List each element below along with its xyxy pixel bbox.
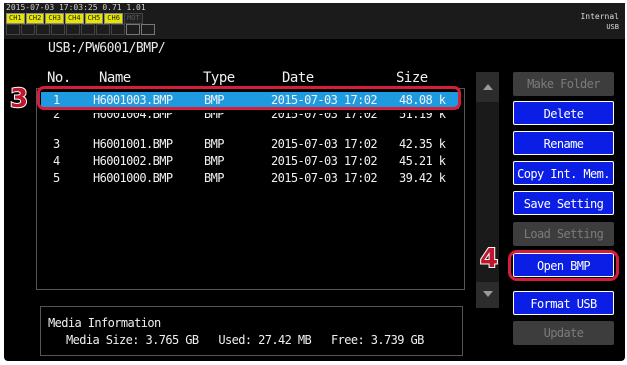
range-indicator: [51, 24, 65, 35]
file-row[interactable]: 2 H6001004.BMP BMP 2015-07-03 17:02 51.1…: [41, 113, 459, 122]
load-setting-button[interactable]: Load Setting: [513, 222, 614, 246]
selection-highlight-outline: [37, 86, 461, 110]
media-size-label: Media Size:: [66, 333, 139, 347]
callout-step-4: 4: [479, 243, 499, 275]
row-date: 2015-07-03 17:02: [271, 137, 378, 151]
rename-button[interactable]: Rename: [513, 131, 614, 155]
media-size-value: 3.765 GB: [145, 333, 200, 347]
row-name: H6001001.BMP: [93, 137, 173, 151]
row-name: H6001000.BMP: [93, 171, 173, 185]
range-indicator: [81, 24, 95, 35]
scroll-down-arrow-icon[interactable]: [476, 282, 499, 308]
file-row[interactable]: 4 H6001002.BMP BMP 2015-07-03 17:02 45.2…: [41, 153, 459, 170]
row-no: 2: [53, 113, 60, 121]
channel-ch6: CH6: [104, 13, 123, 24]
row-name: H6001004.BMP: [93, 113, 173, 121]
make-folder-button[interactable]: Make Folder: [513, 72, 614, 96]
channel-ch3: CH3: [45, 13, 64, 24]
range-indicator: [21, 24, 35, 35]
column-header-name: Name: [99, 70, 131, 86]
copy-int-mem-button[interactable]: Copy Int. Mem.: [513, 161, 614, 185]
row-date: 2015-07-03 17:02: [271, 154, 378, 168]
media-free-label: Free:: [331, 333, 365, 347]
row-name: H6001002.BMP: [93, 154, 173, 168]
row-size: 45.21 k: [399, 154, 446, 168]
row-type: BMP: [204, 137, 224, 151]
row-type: BMP: [204, 171, 224, 185]
open-bmp-highlight-outline: [508, 250, 619, 281]
range-indicator: [96, 24, 110, 35]
device-screenshot: 2015-07-03 17:03:25 0.71 1.01 CH1 CH2 CH…: [0, 0, 627, 365]
column-header-date: Date: [282, 70, 314, 86]
file-row[interactable]: 5 H6001000.BMP BMP 2015-07-03 17:02 39.4…: [41, 170, 459, 187]
row-no: 5: [53, 171, 60, 185]
column-header-type: Type: [203, 70, 235, 86]
row-date: 2015-07-03 17:02: [271, 171, 378, 185]
range-indicator: [111, 24, 125, 35]
current-path: USB:/PW6001/BMP/: [48, 41, 166, 56]
status-bar: 2015-07-03 17:03:25 0.71 1.01 CH1 CH2 CH…: [4, 3, 625, 39]
row-no: 3: [53, 137, 60, 151]
delete-button[interactable]: Delete: [513, 101, 614, 125]
status-datetime: 2015-07-03 17:03:25 0.71 1.01: [6, 3, 146, 12]
range-indicator: [66, 24, 80, 35]
save-setting-button[interactable]: Save Setting: [513, 191, 614, 215]
callout-step-3: 3: [9, 83, 29, 115]
row-date: 2015-07-03 17:02: [271, 113, 378, 121]
update-button[interactable]: Update: [513, 321, 614, 345]
row-type: BMP: [204, 154, 224, 168]
range-indicators: [6, 24, 155, 35]
range-indicator: [126, 24, 140, 35]
storage-label: Internal: [580, 12, 619, 21]
channel-ch1: CH1: [6, 13, 25, 24]
channel-ch4: CH4: [64, 13, 84, 24]
range-indicator: [141, 24, 155, 35]
channel-ch2: CH2: [25, 13, 45, 24]
channel-indicators: CH1 CH2 CH3 CH4 CH5 CH6 MOT: [6, 13, 143, 24]
channel-ch5: CH5: [84, 13, 104, 24]
media-information-title: Media Information: [48, 316, 161, 330]
file-row[interactable]: 3 H6001001.BMP BMP 2015-07-03 17:02 42.3…: [41, 136, 459, 153]
row-size: 39.42 k: [399, 171, 446, 185]
media-information-values: Media Size: 3.765 GB Used: 27.42 MB Free…: [66, 333, 424, 347]
media-used-value: 27.42 MB: [258, 333, 312, 347]
row-no: 4: [53, 154, 60, 168]
row-size: 42.35 k: [399, 137, 446, 151]
media-free-value: 3.739 GB: [370, 333, 425, 347]
range-indicator: [36, 24, 50, 35]
media-information-panel: [40, 306, 463, 356]
column-header-size: Size: [396, 70, 428, 86]
row-size: 51.19 k: [399, 113, 446, 121]
format-usb-button[interactable]: Format USB: [513, 291, 614, 315]
range-indicator: [6, 24, 20, 35]
column-header-no: No.: [47, 70, 71, 86]
media-used-label: Used:: [218, 333, 252, 347]
storage-sub-label: USB: [606, 23, 619, 31]
channel-mot: MOT: [123, 13, 143, 24]
row-type: BMP: [204, 113, 224, 121]
scroll-up-arrow-icon[interactable]: [476, 72, 499, 102]
